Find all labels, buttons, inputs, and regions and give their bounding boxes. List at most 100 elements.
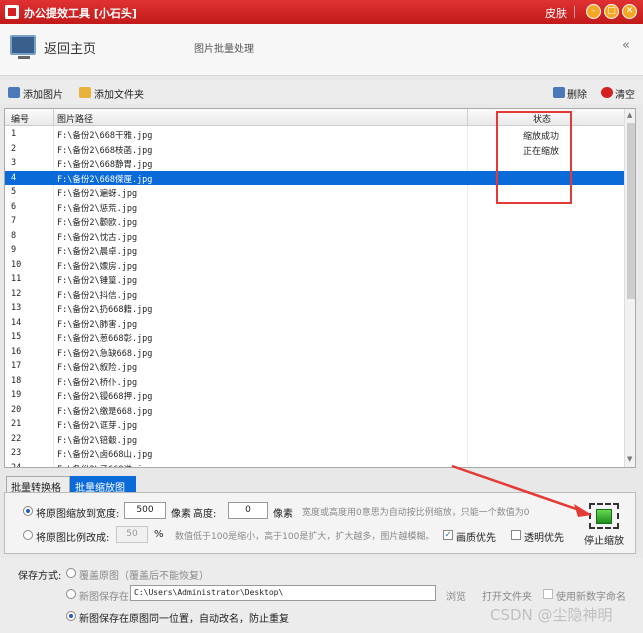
cell-id: 21 (11, 419, 22, 429)
table-row[interactable]: 8 F:\备份2\忱古.jpg (5, 229, 625, 244)
cell-path: F:\备份2\诓芽.jpg (57, 421, 138, 431)
save-to-label: 新图保存在: (79, 592, 133, 603)
cell-id: 1 (11, 129, 17, 139)
stop-icon (596, 509, 612, 524)
overwrite-radio[interactable] (66, 568, 76, 578)
title-separator (574, 6, 575, 18)
cell-id: 22 (11, 433, 22, 444)
close-icon[interactable]: ✕ (622, 4, 637, 19)
cell-id: 20 (11, 404, 22, 415)
cell-path: F:\备份2\颧欧.jpg (57, 218, 138, 228)
cell-id: 14 (11, 317, 22, 328)
table-row[interactable]: 10 F:\备份2\嫖房.jpg (5, 258, 625, 273)
table-row[interactable]: 19 F:\备份2\镘668押.jpg (5, 388, 625, 403)
cell-path: F:\备份2\嫖房.jpg (57, 261, 138, 272)
transparent-label: 透明优先 (524, 533, 564, 544)
clear-button[interactable]: 清空 (615, 86, 635, 101)
vertical-scrollbar[interactable]: ▲ ▼ (624, 109, 635, 467)
table-row[interactable]: 22 F:\备份2\锫觳.jpg (5, 432, 625, 447)
header-path[interactable]: 图片路径 (57, 112, 93, 125)
save-path-input[interactable]: C:\Users\Administrator\Desktop\ (130, 585, 436, 601)
table-row[interactable]: 15 F:\备份2\葱668彰.jpg (5, 330, 625, 345)
minimize-icon[interactable]: – (586, 4, 601, 19)
browse-button[interactable]: 浏览 (446, 588, 466, 603)
monitor-stand (18, 56, 30, 59)
cell-path: F:\备份2\镘668押.jpg (57, 392, 153, 402)
add-image-icon[interactable] (8, 87, 20, 98)
table-row[interactable]: 23 F:\备份2\卤668山.jpg (5, 446, 625, 461)
table-row[interactable]: 17 F:\备份2\叙险.jpg (5, 359, 625, 374)
table-row[interactable]: 7 F:\备份2\颧欧.jpg (5, 214, 625, 229)
app-icon (5, 5, 19, 19)
cell-id: 18 (11, 375, 22, 386)
cell-id: 7 (11, 216, 17, 226)
clear-icon[interactable] (601, 87, 613, 98)
skin-button[interactable]: 皮肤 (545, 5, 567, 21)
page-title: 图片批量处理 (194, 44, 254, 55)
delete-button[interactable]: 删除 (567, 86, 587, 101)
height-input[interactable]: 0 (228, 502, 268, 519)
resize-to-label: 将原图缩放到 (36, 509, 96, 520)
cell-path: F:\备份2\668枝菡.jpg (57, 145, 153, 156)
monitor-icon[interactable] (10, 35, 36, 55)
quality-label: 画质优先 (456, 533, 496, 544)
cell-path: F:\备份2\锫觳.jpg (57, 435, 138, 446)
resize-to-radio[interactable] (23, 506, 33, 516)
add-images-button[interactable]: 添加图片 (23, 86, 63, 101)
back-home-link[interactable]: 返回主页 (44, 38, 96, 57)
header-separator (53, 109, 54, 126)
cell-path: F:\备份2\锤篁.jpg (57, 276, 138, 286)
ratio-radio[interactable] (23, 530, 33, 540)
cell-id: 23 (11, 448, 22, 458)
header-id[interactable]: 编号 (11, 112, 29, 125)
same-location-label: 新图保存在原图同一位置，自动改名，防止重复 (79, 614, 289, 625)
height-label: 高度: (193, 509, 217, 520)
cell-id: 2 (11, 143, 17, 154)
window-title: 办公提效工具 [小石头] (24, 7, 137, 20)
cell-path: F:\备份2\遍蚜.jpg (57, 189, 138, 199)
cell-id: 16 (11, 346, 22, 357)
header-separator (467, 109, 468, 126)
cell-path: F:\备份2\惩荒.jpg (57, 203, 138, 214)
title-bar: 办公提效工具 [小石头] 皮肤 – □ ✕ (0, 0, 643, 24)
table-row[interactable]: 14 F:\备份2\肺害.jpg (5, 316, 625, 331)
new-name-label: 使用新数字命名 (556, 592, 626, 603)
table-row[interactable]: 13 F:\备份2\扔668籍.jpg (5, 301, 625, 316)
scroll-thumb[interactable] (627, 123, 635, 299)
table-row[interactable]: 9 F:\备份2\晨卓.jpg (5, 243, 625, 258)
scroll-up-icon[interactable]: ▲ (627, 111, 632, 119)
cell-path: F:\备份2\抖信.jpg (57, 290, 138, 301)
new-name-checkbox[interactable] (543, 589, 553, 599)
same-location-radio[interactable] (66, 611, 76, 621)
delete-icon[interactable] (553, 87, 565, 98)
add-folder-icon[interactable] (79, 87, 91, 98)
transparent-checkbox[interactable] (511, 530, 521, 540)
table-row[interactable]: 11 F:\备份2\锤篁.jpg (5, 272, 625, 287)
table-row[interactable]: 16 F:\备份2\急缺668.jpg (5, 345, 625, 360)
table-row[interactable]: 21 F:\备份2\诓芽.jpg (5, 417, 625, 432)
table-row[interactable]: 18 F:\备份2\桥仆.jpg (5, 374, 625, 389)
quality-checkbox[interactable]: ✓ (443, 530, 453, 540)
unit-label: 像素 (171, 509, 191, 520)
save-mode-label: 保存方式: (18, 571, 62, 582)
ratio-input[interactable]: 50 (116, 526, 148, 543)
collapse-icon[interactable]: « (622, 38, 630, 53)
tab-convert-format[interactable]: 批量转换格式 (6, 476, 70, 509)
cell-id: 10 (11, 259, 22, 270)
table-row[interactable]: 24 F:\备份2\孑668谱.jpg (5, 461, 625, 468)
cell-path: F:\备份2\孑668谱.jpg (57, 463, 152, 468)
open-folder-button[interactable]: 打开文件夹 (482, 588, 532, 603)
ratio-label: 将原图比例改成: (36, 533, 110, 544)
width-input[interactable]: 500 (124, 502, 166, 519)
maximize-icon[interactable]: □ (604, 4, 619, 19)
stop-resize-button[interactable] (589, 503, 619, 529)
table-row[interactable]: 20 F:\备份2\缴是668.jpg (5, 403, 625, 418)
header: 返回主页 图片批量处理 « (0, 24, 643, 76)
toolbar: 添加图片 添加文件夹 删除 清空 (0, 80, 643, 104)
stop-resize-label[interactable]: 停止缩放 (584, 532, 624, 547)
save-to-radio[interactable] (66, 589, 76, 599)
add-folder-button[interactable]: 添加文件夹 (94, 86, 144, 101)
table-row[interactable]: 12 F:\备份2\抖信.jpg (5, 287, 625, 302)
scroll-down-icon[interactable]: ▼ (627, 455, 632, 463)
tab-batch-resize[interactable]: 批量缩放图片 (70, 476, 136, 509)
